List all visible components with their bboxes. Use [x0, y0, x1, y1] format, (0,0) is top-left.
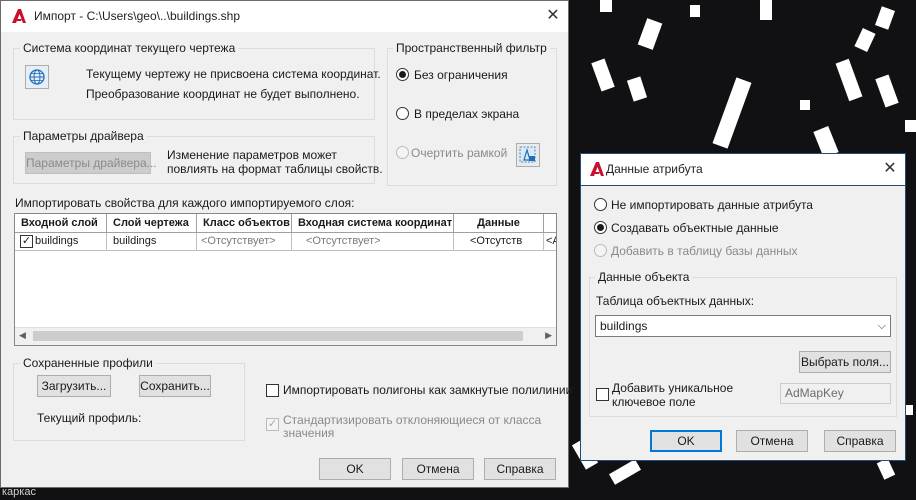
- object-data-label: Данные объекта: [595, 270, 693, 284]
- scroll-left-icon[interactable]: ◀: [19, 330, 26, 341]
- object-table-combo[interactable]: buildings ⌵: [595, 315, 891, 337]
- attribute-dialog-titlebar[interactable]: Данные атрибута ✕: [581, 154, 905, 186]
- driver-note-1: Изменение параметров может: [167, 148, 337, 162]
- cancel-button[interactable]: Отмена: [402, 458, 474, 480]
- unique-key-label-1[interactable]: Добавить уникальное: [612, 381, 733, 395]
- import-polygons-checkbox[interactable]: [266, 384, 279, 397]
- unique-key-checkbox[interactable]: [596, 388, 609, 401]
- building-shape: [800, 100, 810, 110]
- close-icon[interactable]: ✕: [880, 159, 900, 179]
- import-polygons-label[interactable]: Импортировать полигоны как замкнутые пол…: [283, 383, 572, 397]
- scroll-right-icon[interactable]: ▶: [545, 330, 552, 341]
- building-shape: [905, 120, 916, 132]
- filter-none-label[interactable]: Без ограничения: [414, 68, 508, 82]
- layers-label: Импортировать свойства для каждого импор…: [15, 196, 355, 210]
- globe-icon: [29, 69, 45, 85]
- standardize-checkbox[interactable]: ✓: [266, 418, 279, 431]
- profiles-label: Сохраненные профили: [20, 356, 156, 370]
- driver-note-2: повлиять на формат таблицы свойств.: [167, 162, 383, 176]
- attr-create-label[interactable]: Создавать объектные данные: [611, 221, 779, 235]
- current-profile-label: Текущий профиль:: [37, 411, 142, 425]
- column-header[interactable]: Входная система координат: [292, 214, 454, 233]
- column-header-extra: [544, 214, 556, 233]
- autocad-logo-icon: [590, 162, 604, 176]
- horizontal-scrollbar[interactable]: ◀ ▶: [15, 327, 556, 345]
- import-dialog-titlebar[interactable]: Импорт - C:\Users\geo\..\buildings.shp ✕: [1, 1, 568, 32]
- unique-key-label-2[interactable]: ключевое поле: [612, 395, 696, 409]
- filter-frame-label[interactable]: Очертить рамкой: [411, 146, 507, 160]
- standardize-label-2[interactable]: значения: [283, 426, 334, 440]
- autocad-logo-icon: [12, 9, 26, 23]
- save-profile-button[interactable]: Сохранить...: [139, 375, 211, 397]
- frame-select-icon: [519, 146, 536, 163]
- key-field-input[interactable]: AdMapKey: [780, 383, 891, 404]
- filter-screen-label[interactable]: В пределах экрана: [414, 107, 519, 121]
- filter-frame-radio[interactable]: [396, 146, 409, 159]
- cell-input-cs[interactable]: <Отсутствует>: [292, 233, 454, 251]
- object-table-label: Таблица объектных данных:: [596, 294, 755, 308]
- ok-button[interactable]: OK: [319, 458, 391, 480]
- cell-object-class[interactable]: <Отсутствует>: [197, 233, 292, 251]
- attribute-dialog-title: Данные атрибута: [606, 162, 703, 176]
- cancel-button[interactable]: Отмена: [736, 430, 808, 452]
- attr-add-db-radio[interactable]: [594, 244, 607, 257]
- cell-drawing-layer[interactable]: buildings: [107, 233, 197, 251]
- ok-button[interactable]: OK: [650, 430, 722, 452]
- help-button[interactable]: Справка: [824, 430, 896, 452]
- import-dialog: Импорт - C:\Users\geo\..\buildings.shp ✕…: [0, 0, 572, 488]
- attr-add-db-label[interactable]: Добавить в таблицу базы данных: [611, 244, 798, 258]
- coord-system-text-1: Текущему чертежу не присвоена система ко…: [86, 67, 381, 81]
- import-dialog-title: Импорт - C:\Users\geo\..\buildings.shp: [34, 9, 241, 23]
- scroll-thumb[interactable]: [33, 331, 523, 341]
- coord-system-button[interactable]: [25, 65, 49, 89]
- help-button[interactable]: Справка: [484, 458, 556, 480]
- frame-select-button[interactable]: [516, 143, 540, 167]
- layers-table[interactable]: Входной слой Слой чертежа Класс объектов…: [14, 213, 557, 346]
- building-shape: [690, 5, 700, 17]
- column-header[interactable]: Слой чертежа: [107, 214, 197, 233]
- chevron-down-icon[interactable]: ⌵: [878, 316, 886, 336]
- layer-checkbox[interactable]: ✓: [20, 235, 33, 248]
- driver-params-button[interactable]: Параметры драйвера...: [25, 152, 157, 174]
- spatial-filter-label: Пространственный фильтр: [393, 41, 550, 55]
- coord-system-group: [13, 48, 375, 120]
- attr-create-radio[interactable]: [594, 221, 607, 234]
- column-header[interactable]: Данные: [454, 214, 544, 233]
- close-icon[interactable]: ✕: [543, 6, 563, 26]
- column-header[interactable]: Класс объектов: [197, 214, 292, 233]
- driver-params-label: Параметры драйвера: [20, 129, 147, 143]
- cell-data[interactable]: <Отсутств: [454, 233, 544, 251]
- attr-none-label[interactable]: Не импортировать данные атрибута: [611, 198, 813, 212]
- building-shape: [905, 405, 913, 415]
- coord-system-text-2: Преобразование координат не будет выполн…: [86, 87, 360, 101]
- building-shape: [760, 0, 772, 20]
- load-profile-button[interactable]: Загрузить...: [37, 375, 111, 397]
- select-fields-button[interactable]: Выбрать поля...: [799, 351, 891, 373]
- attribute-data-dialog: Данные атрибута ✕ Не импортировать данны…: [580, 153, 906, 461]
- attr-none-radio[interactable]: [594, 198, 607, 211]
- standardize-label-1[interactable]: Стандартизировать отклоняющиеся от класс…: [283, 413, 541, 427]
- building-shape: [600, 0, 612, 12]
- filter-screen-radio[interactable]: [396, 107, 409, 120]
- filter-none-radio[interactable]: [396, 68, 409, 81]
- column-header[interactable]: Входной слой: [15, 214, 107, 233]
- coord-system-label: Система координат текущего чертежа: [20, 41, 239, 55]
- object-table-value: buildings: [600, 319, 648, 333]
- cell-extra[interactable]: <А: [544, 233, 556, 251]
